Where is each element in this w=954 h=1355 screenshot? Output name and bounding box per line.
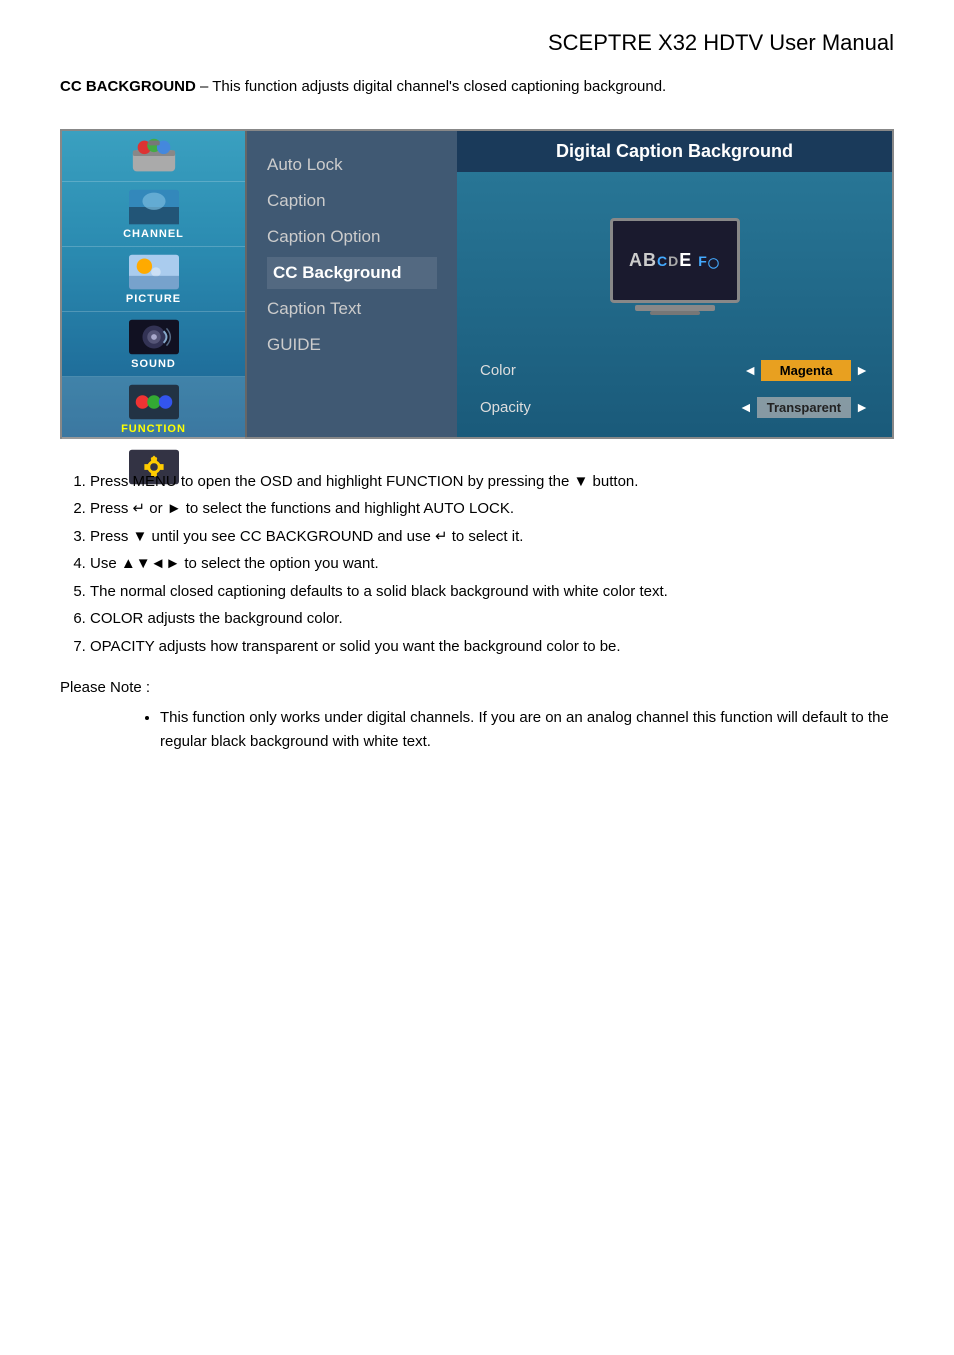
color-option-value: ◄ Magenta ► xyxy=(743,360,869,381)
please-note-label: Please Note : xyxy=(60,679,894,696)
color-value-box: Magenta xyxy=(761,360,851,381)
sidebar-label-picture: PICTURE xyxy=(126,293,181,305)
sidebar-item-picture[interactable]: PICTURE xyxy=(62,247,245,312)
step-6: COLOR adjusts the background color. xyxy=(90,606,894,632)
menu-item-cc-background[interactable]: CC Background xyxy=(267,257,437,289)
step-5: The normal closed captioning defaults to… xyxy=(90,579,894,605)
sidebar-label-channel: CHANNEL xyxy=(123,228,184,240)
options-container: Color ◄ Magenta ► Opacity ◄ Transparent … xyxy=(472,356,877,422)
right-panel-content: ABCDE F◯ Color ◄ Magenta ► xyxy=(457,172,892,437)
intro-bold: CC BACKGROUND xyxy=(60,78,196,95)
step-4: Use ▲▼◄► to select the option you want. xyxy=(90,551,894,577)
color-option-row: Color ◄ Magenta ► xyxy=(472,356,877,385)
sidebar-label-function: FUNCTION xyxy=(121,423,186,435)
channel-icon xyxy=(129,188,179,226)
picture-icon xyxy=(129,253,179,291)
color-right-arrow[interactable]: ► xyxy=(855,362,869,378)
osd-screenshot: CHANNEL PICTURE xyxy=(60,129,894,439)
toys-icon xyxy=(129,137,179,175)
color-option-label: Color xyxy=(480,362,516,379)
color-left-arrow[interactable]: ◄ xyxy=(743,362,757,378)
osd-right-panel: Digital Caption Background ABCDE F◯ Colo xyxy=(457,131,892,437)
function-icon xyxy=(129,383,179,421)
sidebar-label-sound: SOUND xyxy=(131,358,176,370)
opacity-option-row: Opacity ◄ Transparent ► xyxy=(472,393,877,422)
sidebar-item-channel[interactable]: CHANNEL xyxy=(62,182,245,247)
tv-icon-container: ABCDE F◯ xyxy=(610,187,740,346)
osd-menu-panel: Auto Lock Caption Caption Option CC Back… xyxy=(247,131,457,437)
step-7: OPACITY adjusts how transparent or solid… xyxy=(90,634,894,660)
menu-item-caption[interactable]: Caption xyxy=(267,185,437,217)
opacity-left-arrow[interactable]: ◄ xyxy=(739,399,753,415)
steps-list: Press MENU to open the OSD and highlight… xyxy=(60,469,894,660)
note-bullet-1: This function only works under digital c… xyxy=(160,706,894,754)
menu-item-guide[interactable]: GUIDE xyxy=(267,329,437,361)
sidebar-item-sound[interactable]: SOUND xyxy=(62,312,245,377)
sound-icon xyxy=(129,318,179,356)
right-panel-header: Digital Caption Background xyxy=(457,131,892,172)
tv-screen-text: ABCDE F◯ xyxy=(629,250,720,271)
instructions: Press MENU to open the OSD and highlight… xyxy=(60,469,894,660)
menu-item-caption-option[interactable]: Caption Option xyxy=(267,221,437,253)
step-1: Press MENU to open the OSD and highlight… xyxy=(90,469,894,495)
step-2: Press ↵ or ► to select the functions and… xyxy=(90,496,894,522)
menu-item-caption-text[interactable]: Caption Text xyxy=(267,293,437,325)
tv-screen: ABCDE F◯ xyxy=(610,218,740,303)
opacity-option-value: ◄ Transparent ► xyxy=(739,397,869,418)
menu-item-autolock[interactable]: Auto Lock xyxy=(267,149,437,181)
sidebar-item-top xyxy=(62,131,245,182)
opacity-value-box: Transparent xyxy=(757,397,851,418)
opacity-right-arrow[interactable]: ► xyxy=(855,399,869,415)
tv-stand xyxy=(635,305,715,311)
opacity-option-label: Opacity xyxy=(480,399,531,416)
page-title: SCEPTRE X32 HDTV User Manual xyxy=(60,30,894,56)
sidebar-item-function[interactable]: FUNCTION xyxy=(62,377,245,442)
note-bullets: This function only works under digital c… xyxy=(60,706,894,754)
tv-base xyxy=(650,311,700,315)
intro-text: CC BACKGROUND – This function adjusts di… xyxy=(60,76,894,99)
osd-sidebar: CHANNEL PICTURE xyxy=(62,131,247,437)
step-3: Press ▼ until you see CC BACKGROUND and … xyxy=(90,524,894,550)
